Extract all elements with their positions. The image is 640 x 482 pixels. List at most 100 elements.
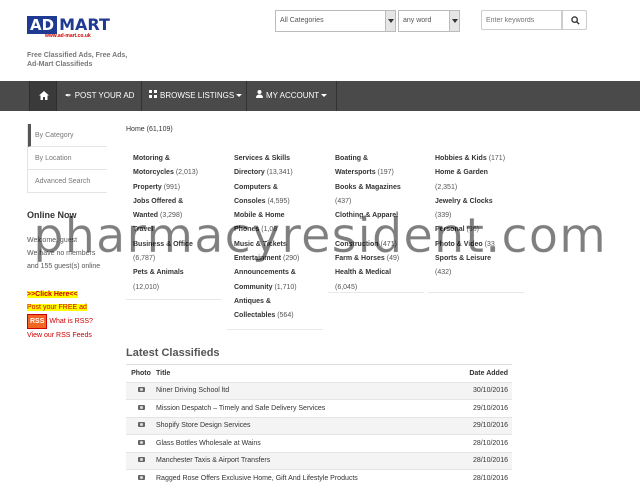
nav-browse-listings[interactable]: BROWSE LISTINGS bbox=[141, 81, 250, 111]
category-link[interactable]: Photo & Video (33 bbox=[435, 238, 524, 252]
sidebar-tab-by-location[interactable]: By Location bbox=[28, 147, 107, 170]
category-name: Music & Tickets bbox=[234, 240, 287, 248]
category-link[interactable]: Jewelry & Clocks bbox=[435, 195, 524, 209]
click-here-link[interactable]: >>Click Here<< bbox=[27, 291, 78, 298]
search-button[interactable] bbox=[562, 10, 587, 30]
category-name: Community bbox=[234, 283, 273, 291]
match-type-value: any word bbox=[403, 17, 432, 24]
listing-title-link[interactable]: Niner Driving School ltd bbox=[156, 387, 456, 394]
category-link[interactable]: Computers & bbox=[234, 181, 323, 195]
table-row[interactable]: Niner Driving School ltd 30/10/2016 bbox=[126, 381, 512, 399]
category-count: (6,787) bbox=[133, 255, 156, 263]
listing-date: 30/10/2016 bbox=[472, 387, 508, 395]
category-count: (290) bbox=[283, 255, 300, 263]
category-link[interactable]: Watersports (197) bbox=[335, 166, 424, 180]
camera-icon bbox=[137, 457, 145, 463]
category-link[interactable]: (437) bbox=[335, 195, 424, 209]
table-row[interactable]: Manchester Taxis & Airport Transfers 28/1… bbox=[126, 451, 512, 469]
category-link[interactable]: (2,351) bbox=[435, 181, 524, 195]
category-link[interactable]: (6,787) bbox=[133, 252, 222, 266]
category-link[interactable]: Motorcycles (2,013) bbox=[133, 166, 222, 180]
category-link[interactable]: Entertainment (290) bbox=[234, 252, 323, 266]
category-link[interactable]: Collectables (564) bbox=[234, 309, 323, 323]
category-name: Personal bbox=[435, 226, 465, 234]
latest-classifieds-title: Latest Classifieds bbox=[126, 347, 220, 359]
rss-feeds-link[interactable]: View our RSS Feeds bbox=[27, 332, 92, 339]
search-icon bbox=[571, 16, 580, 25]
keywords-input[interactable] bbox=[481, 10, 562, 30]
category-link[interactable]: Property (991) bbox=[133, 181, 222, 195]
table-row[interactable]: Shopify Store Design Services 29/10/2016 bbox=[126, 416, 512, 434]
photo-cell bbox=[126, 439, 156, 447]
listing-title-link[interactable]: Glass Bottles Wholesale at Wains bbox=[156, 440, 456, 447]
category-link[interactable]: (339) bbox=[435, 209, 524, 223]
category-link[interactable]: Boating & bbox=[335, 152, 424, 166]
post-free-ad-link[interactable]: Post your FREE ad bbox=[27, 304, 87, 311]
category-name: Sports & Leisure bbox=[435, 255, 492, 263]
rss-icon: RSS bbox=[27, 314, 48, 329]
category-link[interactable]: Pets & Animals bbox=[133, 266, 222, 280]
category-count: (339) bbox=[435, 212, 452, 220]
category-link[interactable]: Consoles (4,595) bbox=[234, 195, 323, 209]
category-link[interactable] bbox=[335, 223, 424, 237]
category-name: Antiques & bbox=[234, 297, 271, 305]
category-link[interactable]: Travel bbox=[133, 223, 222, 237]
category-link[interactable]: Community (1,710) bbox=[234, 281, 323, 295]
breadcrumb[interactable]: Home (61,109) bbox=[126, 126, 173, 133]
category-count: (197) bbox=[377, 169, 394, 177]
category-link[interactable]: Books & Magazines bbox=[335, 181, 424, 195]
category-count: (3,298) bbox=[159, 212, 183, 220]
category-link[interactable]: Directory (13,341) bbox=[234, 166, 323, 180]
table-row[interactable]: Ragged Rose Offers Exclusive Home, Gift … bbox=[126, 469, 512, 482]
category-name: Phones bbox=[234, 226, 260, 234]
listing-title-link[interactable]: Shopify Store Design Services bbox=[156, 422, 456, 429]
sidebar-tab-advanced-search[interactable]: Advanced Search bbox=[28, 170, 107, 193]
category-link[interactable]: Mobile & Home bbox=[234, 209, 323, 223]
category-link[interactable]: Construction (471) bbox=[335, 238, 424, 252]
category-count: (1,08 bbox=[261, 226, 278, 234]
sidebar-tab-by-category[interactable]: By Category bbox=[28, 124, 107, 147]
category-name: Wanted bbox=[133, 212, 159, 220]
category-name: Health & Medical bbox=[335, 269, 392, 277]
category-link[interactable]: Services & Skills bbox=[234, 152, 323, 166]
category-select[interactable]: All Categories bbox=[275, 10, 396, 32]
category-link[interactable]: Farm & Horses (49) bbox=[335, 252, 424, 266]
category-link[interactable]: (12,010) bbox=[133, 281, 222, 295]
category-link[interactable]: Motoring & bbox=[133, 152, 222, 166]
category-link[interactable]: Clothing & Apparel bbox=[335, 209, 424, 223]
category-count: (6,045) bbox=[335, 283, 358, 291]
category-name: Directory bbox=[234, 169, 265, 177]
listing-title-link[interactable]: Mission Despatch – Timely and Safe Deliv… bbox=[156, 405, 456, 412]
category-link[interactable]: Hobbies & Kids (171) bbox=[435, 152, 524, 166]
category-name: Boating & bbox=[335, 155, 369, 162]
category-link[interactable]: Sports & Leisure bbox=[435, 252, 524, 266]
camera-icon bbox=[137, 422, 145, 428]
nav-my-account[interactable]: MY ACCOUNT bbox=[248, 81, 335, 111]
photo-cell bbox=[126, 422, 156, 429]
category-link[interactable]: Health & Medical bbox=[335, 266, 424, 280]
category-link[interactable]: Personal (36) bbox=[435, 223, 524, 237]
nav-post-ad[interactable]: ✒ POST YOUR AD bbox=[57, 81, 142, 111]
match-type-select[interactable]: any word bbox=[398, 10, 460, 32]
what-is-rss-link[interactable]: What is RSS? bbox=[49, 318, 93, 325]
listing-date: 28/10/2016 bbox=[472, 474, 508, 482]
listing-title-link[interactable]: Ragged Rose Offers Exclusive Home, Gift … bbox=[156, 475, 456, 482]
category-link[interactable]: Home & Garden bbox=[435, 166, 524, 180]
table-row[interactable]: Glass Bottles Wholesale at Wains 28/10/20… bbox=[126, 434, 512, 452]
category-link[interactable]: Phones (1,08 bbox=[234, 223, 323, 237]
category-link[interactable]: Music & Tickets bbox=[234, 238, 323, 252]
category-link[interactable]: (432) bbox=[435, 266, 524, 280]
online-now-text: Welcome, guest We have no members and 15… bbox=[27, 234, 112, 273]
category-link[interactable]: Announcements & bbox=[234, 266, 323, 280]
nav-account-label: MY ACCOUNT bbox=[266, 91, 320, 100]
category-link[interactable]: Jobs Offered & bbox=[133, 195, 222, 209]
category-link[interactable]: Antiques & bbox=[234, 295, 323, 309]
category-link[interactable]: Wanted (3,298) bbox=[133, 209, 222, 223]
listing-title-link[interactable]: Manchester Taxis & Airport Transfers bbox=[156, 457, 456, 464]
nav-home[interactable] bbox=[29, 81, 57, 111]
category-link[interactable]: Business & Office bbox=[133, 238, 222, 252]
category-name: Announcements & bbox=[234, 269, 296, 277]
site-logo[interactable]: AD MART www.ad-mart.co.uk bbox=[27, 16, 110, 39]
category-link[interactable]: (6,045) bbox=[335, 281, 424, 295]
table-row[interactable]: Mission Despatch – Timely and Safe Deliv… bbox=[126, 399, 512, 417]
